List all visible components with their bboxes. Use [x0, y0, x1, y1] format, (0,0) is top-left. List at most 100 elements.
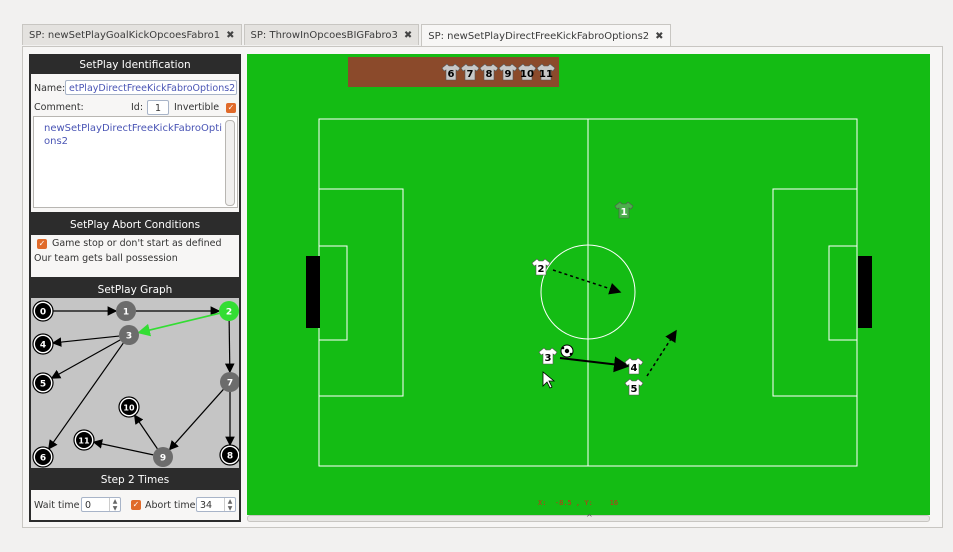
graph-node-0[interactable]: 0: [32, 300, 54, 322]
close-icon[interactable]: ✖: [655, 31, 663, 42]
player-shirt-2[interactable]: 2: [531, 258, 551, 276]
wait-time-spinner[interactable]: ▲ ▼: [109, 498, 120, 511]
player-shirt-3[interactable]: 3: [538, 347, 558, 365]
abort-time-value: 34: [200, 500, 213, 511]
abort-time-spinner[interactable]: ▲ ▼: [224, 498, 235, 511]
comment-textarea[interactable]: newSetPlayDirectFreeKickFabroOptions2: [33, 116, 238, 208]
graph-node-label: 1: [123, 308, 129, 318]
wait-time-field[interactable]: 0 ▲ ▼: [81, 497, 121, 512]
times-panel: Wait time 0 ▲ ▼ ✓ Abort time 34 ▲ ▼: [31, 490, 239, 520]
graph-edge: [133, 414, 158, 450]
graph-node-label: 5: [40, 380, 46, 390]
run-arrow-5: [646, 329, 677, 377]
graph-edge: [168, 389, 224, 451]
graph-node-label: 2: [226, 308, 232, 318]
invertible-checkbox[interactable]: ✓: [226, 103, 236, 113]
setplay-graph[interactable]: 0 1 2 3 4 5 6 7 8 9 10 11: [31, 298, 239, 468]
tab-goal-kick[interactable]: SP: newSetPlayGoalKickOpcoesFabro1 ✖: [22, 24, 242, 45]
id-label: Id:: [131, 102, 144, 113]
tab-throw-in[interactable]: SP: ThrowInOpcoesBIGFabro3 ✖: [243, 24, 420, 45]
tab-label: SP: newSetPlayGoalKickOpcoesFabro1: [29, 29, 221, 41]
abort-checkbox[interactable]: ✓: [37, 239, 47, 249]
graph-node-label: 6: [40, 454, 46, 464]
pitch-svg: 6 7 8 9 10 11 12345 X: -8.5 , Y: 16: [306, 57, 872, 507]
abort-condition-1: Game stop or don't start as defined: [52, 238, 222, 249]
graph-node-label: 10: [123, 404, 135, 413]
scroll-arrow-icon[interactable]: ^: [586, 513, 593, 522]
graph-node-label: 4: [40, 341, 46, 351]
close-icon[interactable]: ✖: [404, 30, 412, 41]
graph-node-label: 7: [227, 379, 233, 389]
tab-label: SP: ThrowInOpcoesBIGFabro3: [250, 29, 398, 41]
tab-direct-free-kick[interactable]: SP: newSetPlayDirectFreeKickFabroOptions…: [421, 24, 671, 47]
comment-label: Comment:: [34, 102, 84, 113]
abort-panel: ✓ Game stop or don't start as defined Ou…: [31, 235, 239, 277]
times-header: Step 2 Times: [31, 471, 239, 489]
bench-shirt-10[interactable]: 10: [517, 63, 537, 81]
graph-node-3[interactable]: 3: [119, 325, 139, 345]
close-icon[interactable]: ✖: [226, 30, 234, 41]
comment-text: newSetPlayDirectFreeKickFabroOptions2: [44, 123, 222, 147]
shirt-number: 2: [538, 264, 545, 275]
graph-edge: [92, 439, 154, 456]
player-shirt-5[interactable]: 5: [624, 378, 644, 396]
graph-node-9[interactable]: 9: [153, 447, 173, 467]
graph-node-label: 11: [78, 437, 90, 446]
graph-node-7[interactable]: 7: [220, 372, 239, 392]
abort-time-checkbox[interactable]: ✓: [131, 500, 141, 510]
shirt-number: 3: [545, 353, 552, 364]
graph-edge: [51, 335, 120, 347]
shirt-number: 9: [505, 69, 512, 80]
graph-node-8[interactable]: 8: [219, 444, 239, 466]
graph-node-2[interactable]: 2: [219, 301, 239, 321]
graph-node-11[interactable]: 11: [73, 429, 95, 451]
name-label: Name:: [34, 83, 66, 94]
id-field[interactable]: 1: [147, 100, 169, 115]
shirt-number: 10: [520, 69, 534, 80]
graph-node-label: 3: [126, 332, 132, 342]
graph-node-5[interactable]: 5: [32, 372, 54, 394]
invertible-label: Invertible: [174, 102, 220, 113]
abort-condition-2: Our team gets ball possession: [34, 253, 178, 264]
pitch-canvas[interactable]: 6 7 8 9 10 11 12345 X: -8.5 , Y: 16: [247, 54, 930, 515]
wait-time-label: Wait time: [34, 500, 80, 511]
left-goal: [306, 256, 320, 328]
left-panel: SetPlay Identification Name: etPlayDirec…: [29, 54, 241, 522]
coordinate-readout: X: -8.5 , Y: 16: [538, 499, 618, 507]
graph-edge: [224, 320, 235, 374]
abort-time-field[interactable]: 34 ▲ ▼: [196, 497, 236, 512]
graph-edge: [137, 312, 220, 337]
player-shirt-1[interactable]: 1: [614, 201, 634, 219]
shirt-number: 4: [631, 363, 638, 374]
bench-shirt-11[interactable]: 11: [536, 63, 556, 81]
pitch-lines: [318, 118, 858, 467]
graph-node-label: 9: [160, 454, 166, 464]
wait-time-value: 0: [85, 500, 92, 511]
shirt-number: 7: [467, 69, 474, 80]
tab-label: SP: newSetPlayDirectFreeKickFabroOptions…: [428, 30, 650, 42]
shirt-number: 1: [621, 207, 628, 218]
graph-node-1[interactable]: 1: [116, 301, 136, 321]
horizontal-scrollbar[interactable]: ^: [247, 513, 930, 522]
vertical-scrollbar[interactable]: [225, 120, 235, 206]
graph-header: SetPlay Graph: [31, 281, 239, 299]
shirt-number: 8: [486, 69, 493, 80]
shirt-number: 5: [631, 384, 638, 395]
graph-node-6[interactable]: 6: [32, 446, 54, 468]
ball[interactable]: [560, 344, 574, 358]
abort-time-label: Abort time: [145, 500, 196, 511]
shirt-number: 11: [539, 69, 553, 80]
abort-header: SetPlay Abort Conditions: [31, 216, 239, 234]
shirt-number: 6: [448, 69, 455, 80]
graph-edge: [50, 339, 121, 379]
graph-node-10[interactable]: 10: [118, 396, 140, 418]
graph-node-label: 8: [227, 452, 233, 462]
identification-header: SetPlay Identification: [31, 56, 239, 74]
tab-bar: SP: newSetPlayGoalKickOpcoesFabro1 ✖ SP:…: [22, 24, 673, 47]
right-goal: [858, 256, 872, 328]
pass-arrow-2: [552, 269, 622, 295]
graph-node-4[interactable]: 4: [32, 333, 54, 355]
mouse-cursor-icon: [542, 371, 556, 389]
pass-arrow-3: [559, 356, 630, 373]
name-field[interactable]: etPlayDirectFreeKickFabroOptions2: [65, 80, 237, 95]
